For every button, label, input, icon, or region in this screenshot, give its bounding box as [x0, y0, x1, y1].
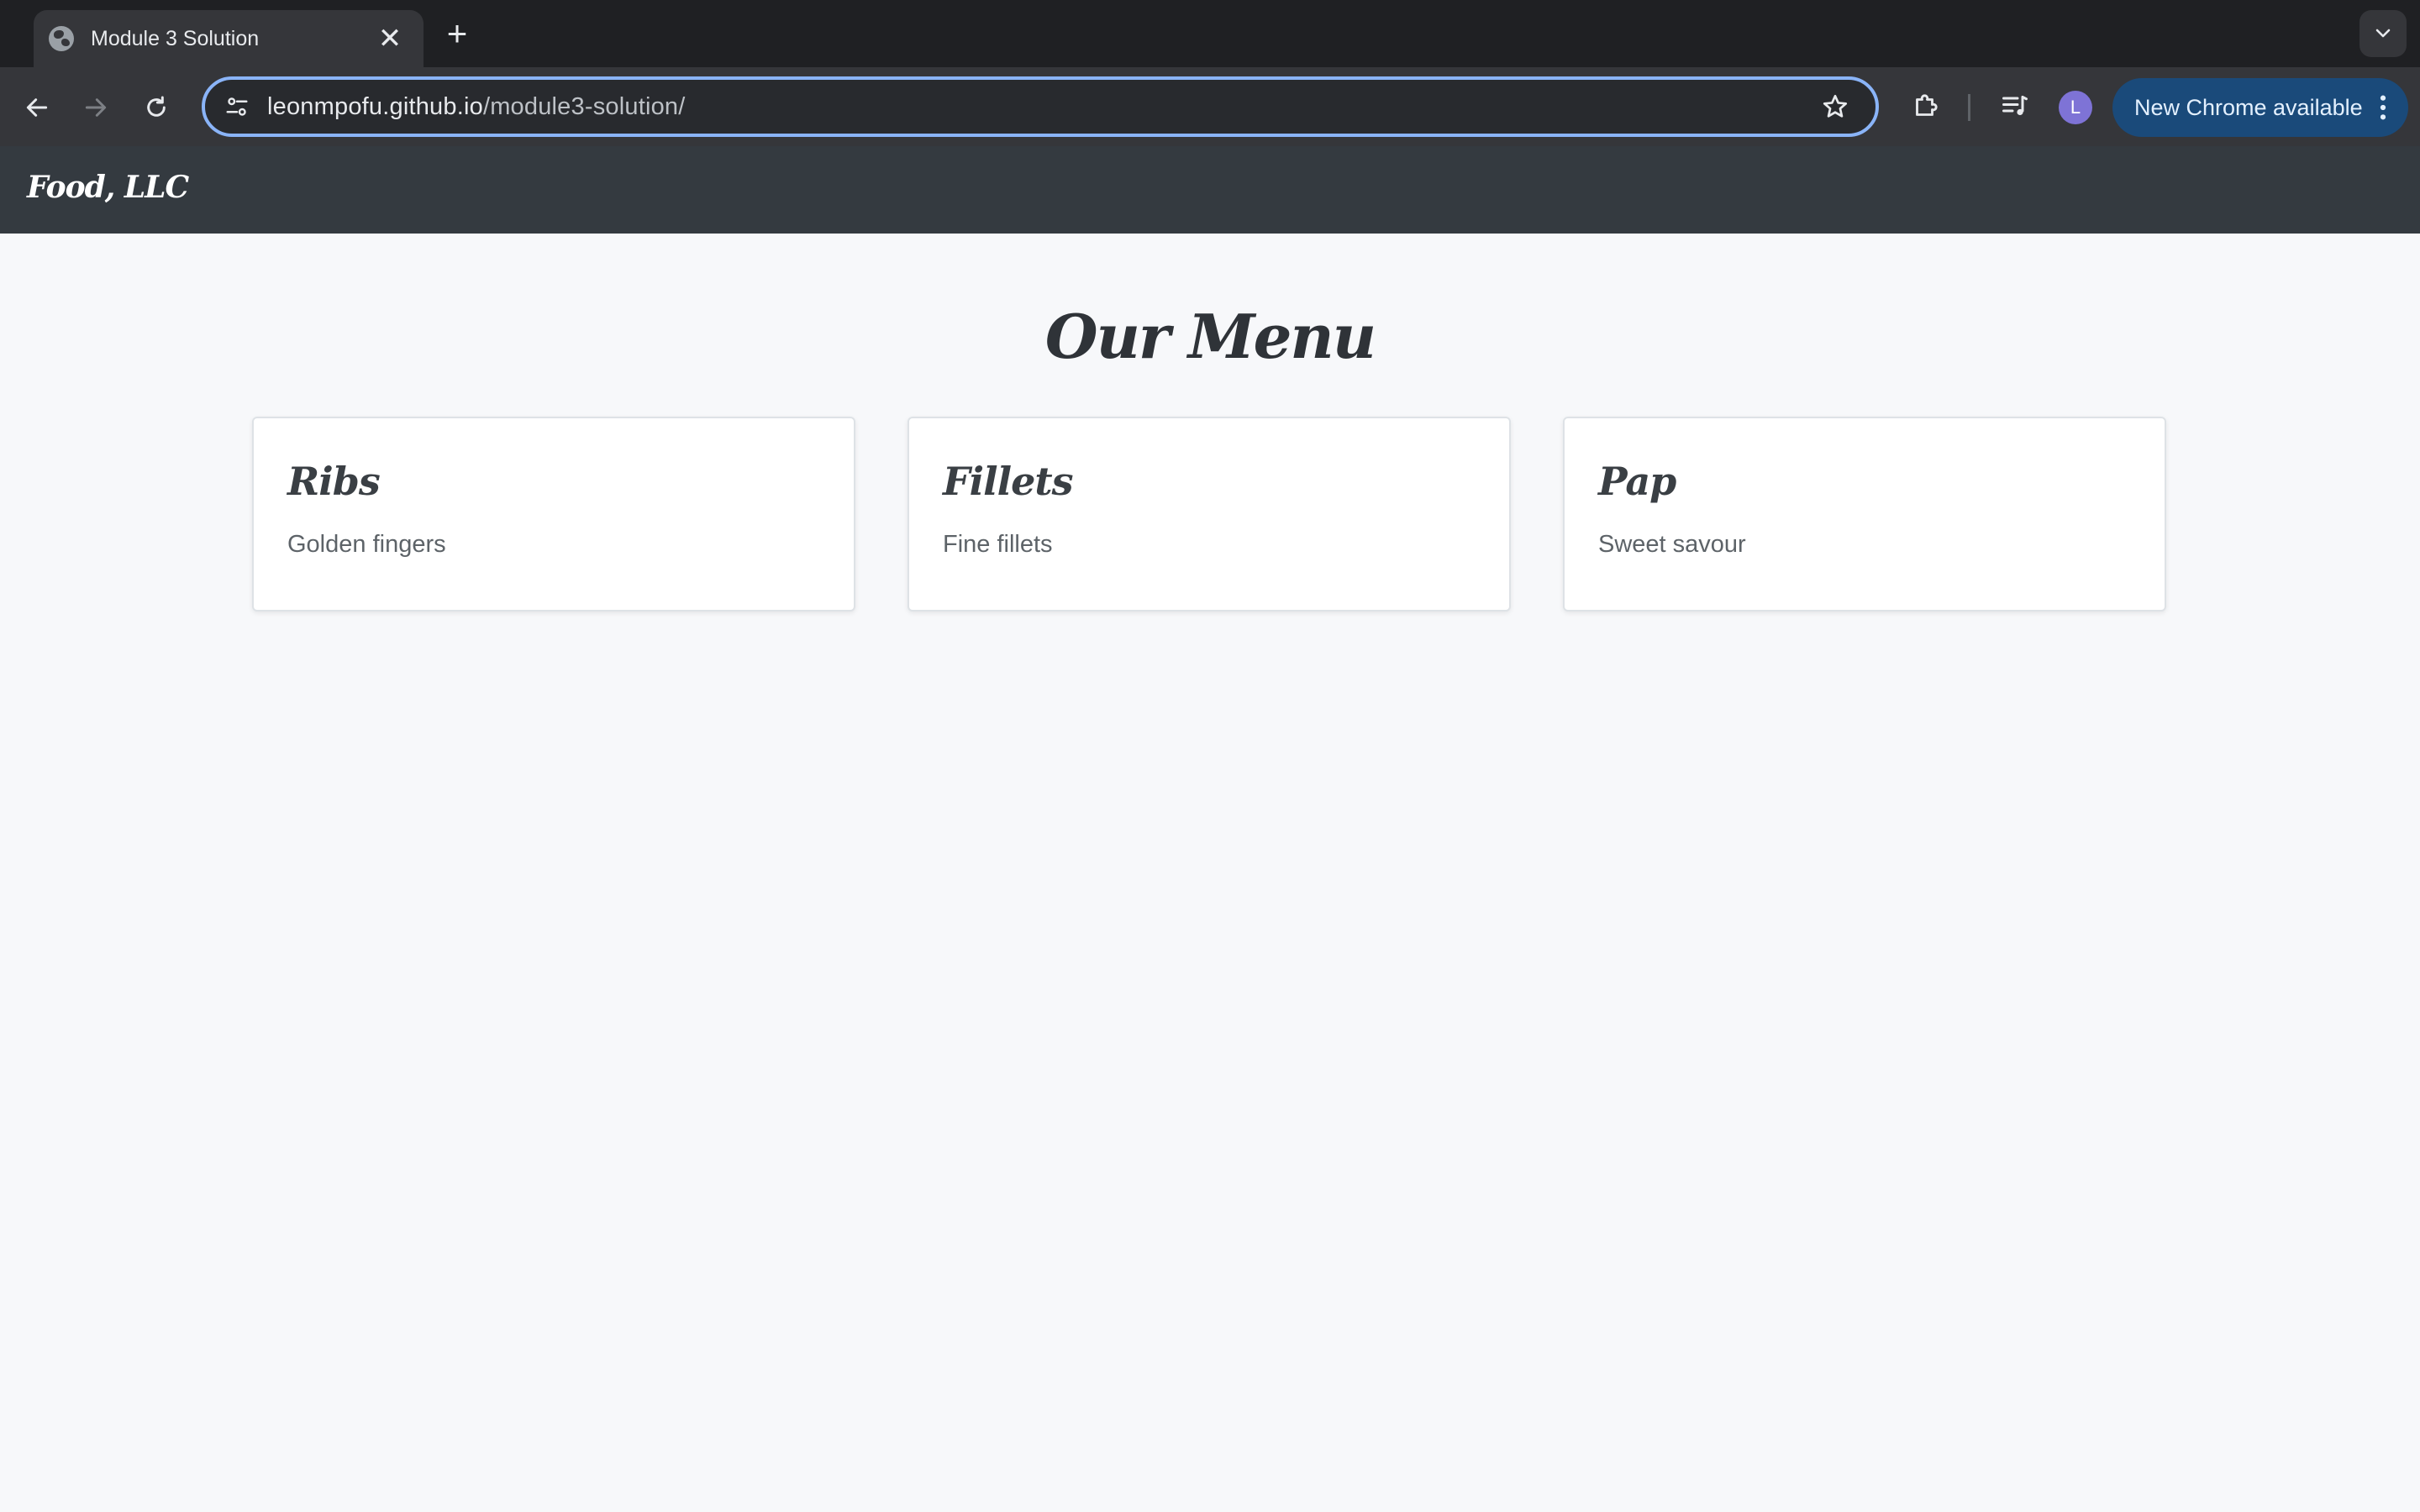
card-description: Golden fingers [287, 531, 446, 558]
extensions-button[interactable] [1904, 84, 1948, 128]
page-content: Our Menu Ribs Golden fingers Fillets Fin… [0, 234, 2420, 1512]
url-path: /module3-solution/ [482, 92, 686, 120]
menu-card-fillets: Fillets Fine fillets [908, 417, 1511, 612]
menu-card-list: Ribs Golden fingers Fillets Fine fillets… [252, 417, 2168, 612]
update-chrome-label: New Chrome available [2134, 94, 2363, 120]
bookmark-star-icon[interactable] [1815, 87, 1855, 127]
tab-strip: Module 3 Solution ✕ + [0, 0, 2420, 67]
arrow-right-icon [85, 98, 107, 117]
card-title: Ribs [287, 459, 381, 504]
reload-button[interactable] [134, 86, 178, 129]
site-brand[interactable]: Food, LLC [27, 170, 189, 205]
tab-module-3-solution[interactable]: Module 3 Solution ✕ [34, 10, 424, 67]
card-description: Fine fillets [943, 531, 1053, 558]
chevron-down-icon [2375, 29, 2391, 38]
back-button[interactable] [15, 86, 59, 129]
new-tab-button[interactable]: + [440, 16, 474, 51]
close-tab-button[interactable]: ✕ [375, 24, 405, 54]
update-chrome-button[interactable]: New Chrome available [2112, 78, 2408, 137]
browser-chrome: Module 3 Solution ✕ + leonmpofu.github.i… [0, 0, 2420, 146]
forward-button[interactable] [74, 86, 118, 129]
globe-icon [49, 26, 74, 51]
site-navbar: Food, LLC [0, 146, 2420, 234]
menu-card-ribs: Ribs Golden fingers [252, 417, 855, 612]
reload-icon [147, 96, 166, 117]
page-title: Our Menu [1044, 301, 1376, 372]
puzzle-icon [1916, 94, 1938, 116]
browser-toolbar: leonmpofu.github.io/module3-solution/ L [0, 67, 2420, 146]
url-text[interactable]: leonmpofu.github.io/module3-solution/ [267, 93, 1815, 121]
playlist-music-icon [2002, 96, 2028, 116]
toolbar-divider [1968, 94, 1970, 121]
address-bar[interactable]: leonmpofu.github.io/module3-solution/ [202, 76, 1879, 137]
tab-search-button[interactable] [2360, 10, 2407, 57]
site-settings-icon[interactable] [220, 90, 254, 123]
menu-card-pap: Pap Sweet savour [1563, 417, 2166, 612]
card-title: Pap [1598, 459, 1676, 504]
tab-title: Module 3 Solution [91, 26, 260, 50]
card-title: Fillets [943, 459, 1073, 504]
media-controls-button[interactable] [1993, 84, 2037, 128]
more-options-icon[interactable] [2366, 86, 2400, 129]
card-description: Sweet savour [1598, 531, 1746, 558]
url-host: leonmpofu.github.io [267, 92, 483, 120]
arrow-left-icon [26, 98, 48, 117]
profile-avatar[interactable]: L [2059, 91, 2092, 124]
